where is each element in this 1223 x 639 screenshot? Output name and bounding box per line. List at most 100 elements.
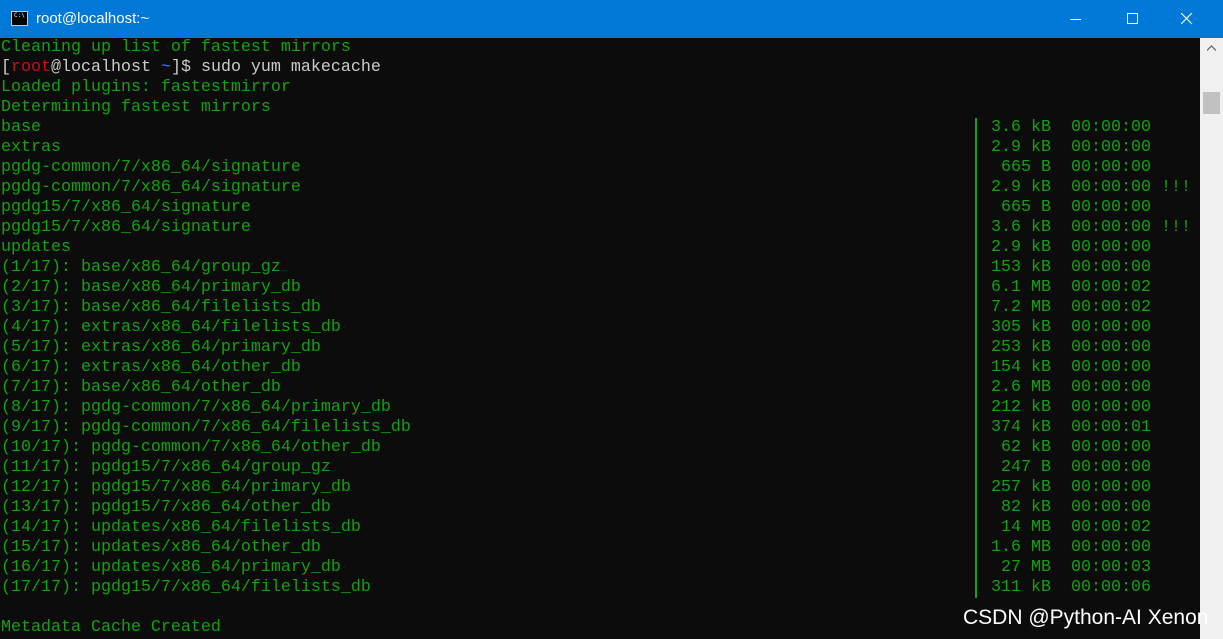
row-name: (13/17): pgdg15/7/x86_64/other_db	[1, 498, 331, 517]
row-name: (3/17): base/x86_64/filelists_db	[1, 298, 321, 317]
row-time: 00:00:06	[1071, 578, 1151, 597]
row-size: 82 kB	[1001, 498, 1051, 517]
terminal-app-icon-label: C:\	[14, 12, 25, 19]
terminal-app-icon[interactable]: C:\	[11, 11, 28, 26]
row-time: 00:00:00	[1071, 258, 1151, 277]
row-time: 00:00:00	[1071, 538, 1151, 557]
row-name: (15/17): updates/x86_64/other_db	[1, 538, 321, 557]
row-time: 00:00:01	[1071, 418, 1151, 437]
terminal-output[interactable]: Cleaning up list of fastest mirrors [roo…	[1, 38, 1200, 639]
row-name: (17/17): pgdg15/7/x86_64/filelists_db	[1, 578, 371, 597]
column-separator	[975, 118, 977, 598]
output-line: Cleaning up list of fastest mirrors	[1, 38, 351, 57]
prompt-at: @	[50, 58, 61, 77]
row-time: 00:00:02	[1071, 518, 1151, 537]
row-name: (12/17): pgdg15/7/x86_64/primary_db	[1, 478, 351, 497]
row-size: 374 kB	[991, 418, 1051, 437]
row-name: (9/17): pgdg-common/7/x86_64/filelists_d…	[1, 418, 411, 437]
prompt-user: root	[11, 58, 51, 77]
row-size: 247 B	[1001, 458, 1051, 477]
row-size: 2.9 kB	[991, 138, 1051, 157]
row-name: (11/17): pgdg15/7/x86_64/group_gz	[1, 458, 331, 477]
row-size: 153 kB	[991, 258, 1051, 277]
row-time: 00:00:03	[1071, 558, 1151, 577]
row-time: 00:00:00	[1071, 158, 1151, 177]
row-time: 00:00:00	[1071, 478, 1151, 497]
minimize-icon	[1070, 19, 1081, 20]
row-time: 00:00:00	[1071, 338, 1151, 357]
row-size: 62 kB	[1001, 438, 1051, 457]
row-name: (7/17): base/x86_64/other_db	[1, 378, 281, 397]
row-name: pgdg15/7/x86_64/signature	[1, 198, 251, 217]
row-time: 00:00:00	[1071, 498, 1151, 517]
row-size: 14 MB	[1001, 518, 1051, 537]
row-size: 27 MB	[1001, 558, 1051, 577]
prompt-bracket-open: [	[1, 58, 11, 77]
prompt-host: localhost	[60, 58, 151, 77]
row-name: (4/17): extras/x86_64/filelists_db	[1, 318, 341, 337]
output-line: Determining fastest mirrors	[1, 98, 271, 117]
row-time: 00:00:00	[1071, 238, 1151, 257]
row-size: 253 kB	[991, 338, 1051, 357]
scrollbar-thumb[interactable]	[1203, 92, 1220, 114]
row-size: 3.6 kB	[991, 218, 1051, 237]
row-name: pgdg15/7/x86_64/signature	[1, 218, 251, 237]
row-time: 00:00:00	[1071, 358, 1151, 377]
row-time: 00:00:00	[1071, 198, 1151, 217]
row-size: 2.9 kB	[991, 178, 1051, 197]
row-name: (8/17): pgdg-common/7/x86_64/primary_db	[1, 398, 391, 417]
shell-prompt-line: [root@localhost ~]$ sudo yum makecache	[1, 58, 381, 78]
row-size: 665 B	[1001, 198, 1051, 217]
title-bar[interactable]: C:\ root@localhost:~	[0, 0, 1223, 38]
row-size: 7.2 MB	[991, 298, 1051, 317]
row-name: (14/17): updates/x86_64/filelists_db	[1, 518, 361, 537]
close-button[interactable]	[1164, 0, 1210, 38]
row-name: (5/17): extras/x86_64/primary_db	[1, 338, 321, 357]
prompt-bracket-close: ]$	[170, 58, 191, 77]
row-name: (2/17): base/x86_64/primary_db	[1, 278, 301, 297]
row-name: pgdg-common/7/x86_64/signature	[1, 158, 301, 177]
row-time: 00:00:00	[1071, 318, 1151, 337]
row-name: pgdg-common/7/x86_64/signature	[1, 178, 301, 197]
row-time: 00:00:00	[1071, 458, 1151, 477]
row-name: extras	[1, 138, 61, 157]
row-time: 00:00:00	[1071, 138, 1151, 157]
row-flag: !!!	[1161, 218, 1191, 237]
row-size: 1.6 MB	[991, 538, 1051, 557]
row-name: (1/17): base/x86_64/group_gz	[1, 258, 281, 277]
row-name: (16/17): updates/x86_64/primary_db	[1, 558, 341, 577]
prompt-dir: ~	[160, 58, 171, 77]
chevron-up-icon	[1207, 45, 1216, 51]
row-name: (6/17): extras/x86_64/other_db	[1, 358, 301, 377]
row-size: 6.1 MB	[991, 278, 1051, 297]
maximize-icon	[1127, 13, 1138, 24]
vertical-scrollbar[interactable]	[1200, 38, 1223, 639]
maximize-button[interactable]	[1110, 0, 1156, 38]
row-size: 212 kB	[991, 398, 1051, 417]
row-size: 311 kB	[991, 578, 1051, 597]
row-time: 00:00:00	[1071, 378, 1151, 397]
prompt-command: sudo yum makecache	[200, 58, 381, 77]
row-time: 00:00:00	[1071, 178, 1151, 197]
row-size: 3.6 kB	[991, 118, 1051, 137]
row-time: 00:00:00	[1071, 438, 1151, 457]
row-size: 665 B	[1001, 158, 1051, 177]
row-time: 00:00:02	[1071, 298, 1151, 317]
output-line-final: Metadata Cache Created	[1, 618, 221, 637]
row-name: updates	[1, 238, 71, 257]
row-time: 00:00:00	[1071, 398, 1151, 417]
row-name: (10/17): pgdg-common/7/x86_64/other_db	[1, 438, 381, 457]
window-title: root@localhost:~	[36, 10, 150, 27]
row-size: 305 kB	[991, 318, 1051, 337]
output-line: Loaded plugins: fastestmirror	[1, 78, 291, 97]
row-flag: !!!	[1161, 178, 1191, 197]
minimize-button[interactable]	[1053, 0, 1099, 38]
row-size: 257 kB	[991, 478, 1051, 497]
watermark: CSDN @Python-AI Xenon	[963, 606, 1209, 629]
row-time: 00:00:00	[1071, 118, 1151, 137]
row-size: 154 kB	[991, 358, 1051, 377]
row-size: 2.9 kB	[991, 238, 1051, 257]
row-name: base	[1, 118, 41, 137]
scroll-up-button[interactable]	[1200, 38, 1223, 58]
row-time: 00:00:00	[1071, 218, 1151, 237]
